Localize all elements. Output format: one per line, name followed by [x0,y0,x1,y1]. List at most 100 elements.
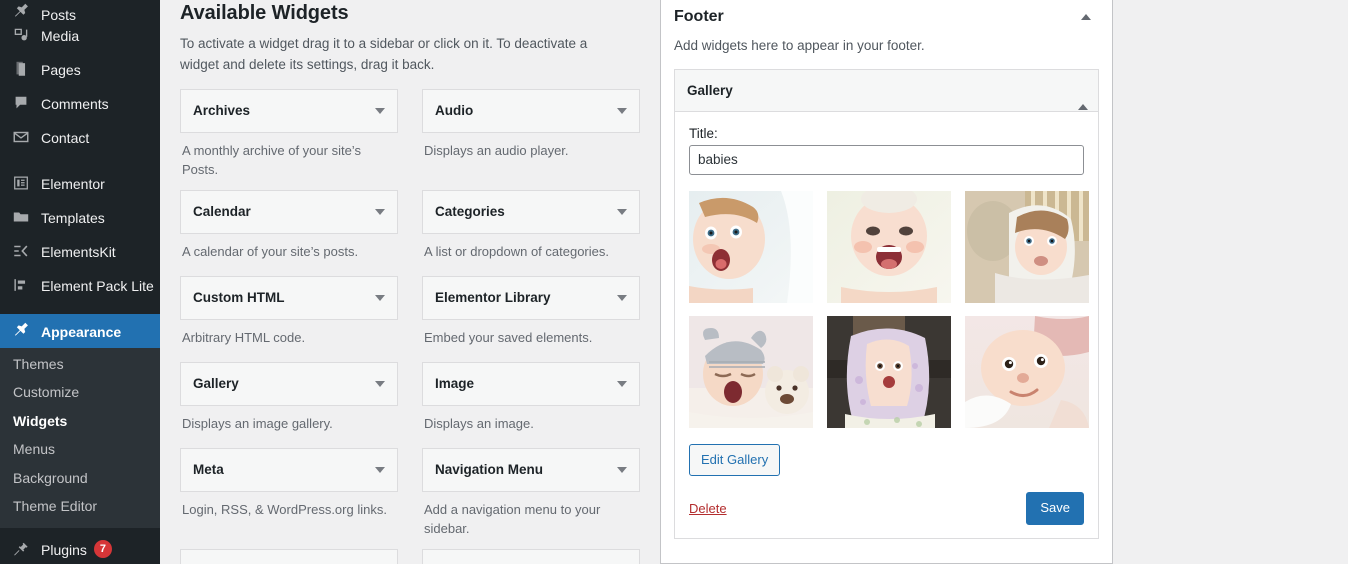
gallery-widget-toggle[interactable] [1078,87,1088,111]
chevron-down-icon[interactable] [375,466,385,473]
sidebar-item-menus[interactable]: Menus [0,436,160,464]
widget-calendar[interactable]: Calendar [180,189,398,234]
chevron-up-icon [1078,87,1088,111]
widget-pages[interactable]: Pages [180,548,398,564]
sidebar-separator [0,154,160,166]
sidebar-item-elementskit[interactable]: ElementsKit [0,234,160,268]
sidebar-item-widgets[interactable]: Widgets [0,408,160,436]
sidebar-item-themes[interactable]: Themes [0,351,160,379]
gallery-thumbnail[interactable] [965,315,1089,428]
widget-description: Add a navigation menu to your sidebar. [424,501,601,537]
gallery-thumbnail[interactable] [965,190,1089,303]
widget-title: Categories [435,204,505,220]
sidebar-item-templates[interactable]: Templates [0,200,160,234]
sidebar-item-element-pack-lite[interactable]: Element Pack Lite [0,268,160,302]
sidebar-item-customize[interactable]: Customize [0,379,160,407]
widget-control-actions: Delete Save [689,492,1084,526]
widget-description: Embed your saved elements. [424,329,593,345]
chevron-down-icon[interactable] [617,208,627,215]
sidebar-item-pages[interactable]: Pages [0,52,160,86]
widget-gallery[interactable]: Gallery [180,361,398,406]
sidebar-item-elementor[interactable]: Elementor [0,166,160,200]
widget-cell: Archives A monthly archive of your site’… [180,88,398,190]
sidebar-item-label: Plugins [41,541,87,558]
widget-cell: Meta Login, RSS, & WordPress.org links. [180,447,398,549]
elementskit-icon [10,241,32,261]
gallery-widget-header[interactable]: Gallery [675,69,1098,112]
gallery-thumbnail[interactable] [827,190,951,303]
sidebar-item-media[interactable]: Media [0,18,160,52]
widget-description: Login, RSS, & WordPress.org links. [182,501,387,517]
sidebar-item-appearance[interactable]: Appearance [0,314,168,348]
gallery-thumbnail[interactable] [689,315,813,428]
wordpress-widgets-screen: Posts Media Pages Comments Contact Eleme… [0,0,1348,564]
widget-title: Elementor Library [435,290,551,306]
gallery-thumbnail[interactable] [689,190,813,303]
widget-description: A list or dropdown of categories. [424,243,609,259]
baby-photo-3 [965,190,1089,303]
gallery-title-label: Title: [689,125,718,141]
sidebar-item-theme-editor[interactable]: Theme Editor [0,493,160,521]
save-button[interactable]: Save [1026,492,1084,526]
footer-sidebar-inner: Footer Add widgets here to appear in you… [661,0,1112,563]
widget-title: Meta [193,462,224,478]
chevron-down-icon[interactable] [375,294,385,301]
media-icon [10,25,32,45]
widget-cell: Audio Displays an audio player. [422,88,640,190]
pages-icon [10,59,32,79]
sidebar-item-label: ElementsKit [41,243,116,260]
admin-sidebar: Posts Media Pages Comments Contact Eleme… [0,0,168,564]
baby-photo-4 [689,315,813,428]
sidebar-item-contact[interactable]: Contact [0,120,160,154]
sidebar-item-plugins[interactable]: Plugins 7 [0,532,160,564]
widget-meta[interactable]: Meta [180,447,398,492]
widgets-page-body: Available Widgets To activate a widget d… [160,0,1348,564]
widget-cell: Image Displays an image. [422,361,640,448]
widget-image[interactable]: Image [422,361,640,406]
paintbrush-icon [10,321,32,341]
widget-audio[interactable]: Audio [422,88,640,133]
widget-navigation-menu[interactable]: Navigation Menu [422,447,640,492]
widget-custom-html[interactable]: Custom HTML [180,275,398,320]
widget-description: A monthly archive of your site’s Posts. [182,142,361,178]
chevron-down-icon[interactable] [375,107,385,114]
baby-photo-1 [689,190,813,303]
widget-title: Navigation Menu [435,462,544,478]
sidebar-item-label: Appearance [41,323,122,340]
widget-cell: Categories A list or dropdown of categor… [422,189,640,276]
sidebar-item-comments[interactable]: Comments [0,86,160,120]
chevron-down-icon[interactable] [375,208,385,215]
chevron-down-icon[interactable] [617,380,627,387]
sidebar-item-background[interactable]: Background [0,465,160,493]
gallery-title-input[interactable] [689,144,1084,175]
widget-cell: Navigation Menu Add a navigation menu to… [422,447,640,549]
chevron-down-icon[interactable] [617,107,627,114]
chevron-down-icon[interactable] [375,380,385,387]
appearance-submenu: Themes Customize Widgets Menus Backgroun… [0,348,160,529]
widget-recent-comments[interactable]: Recent Comments [422,548,640,564]
edit-gallery-button[interactable]: Edit Gallery [689,443,781,477]
widget-elementor-library[interactable]: Elementor Library [422,275,640,320]
widget-description: Displays an audio player. [424,142,569,158]
chevron-up-icon [1081,14,1091,20]
footer-sidebar-header: Footer [674,1,1099,28]
delete-widget-link[interactable]: Delete [689,501,727,516]
widget-title: Archives [193,103,251,119]
element-pack-icon [10,275,32,295]
chevron-down-icon[interactable] [617,294,627,301]
widget-cell: Gallery Displays an image gallery. [180,361,398,448]
sidebar-item-posts[interactable]: Posts [0,0,160,22]
widget-archives[interactable]: Archives [180,88,398,133]
gallery-thumbnail[interactable] [827,315,951,428]
widget-cell: Recent Comments [422,548,640,564]
footer-sidebar-title: Footer [674,8,724,25]
available-widgets-grid: Archives A monthly archive of your site’… [180,88,640,564]
baby-photo-6 [965,315,1089,428]
chevron-down-icon[interactable] [617,466,627,473]
widget-description: A calendar of your site’s posts. [182,243,359,259]
widget-title: Image [435,376,475,392]
baby-photo-2 [827,190,951,303]
footer-panel-toggle[interactable] [1076,7,1096,27]
folder-icon [10,207,32,227]
widget-categories[interactable]: Categories [422,189,640,234]
